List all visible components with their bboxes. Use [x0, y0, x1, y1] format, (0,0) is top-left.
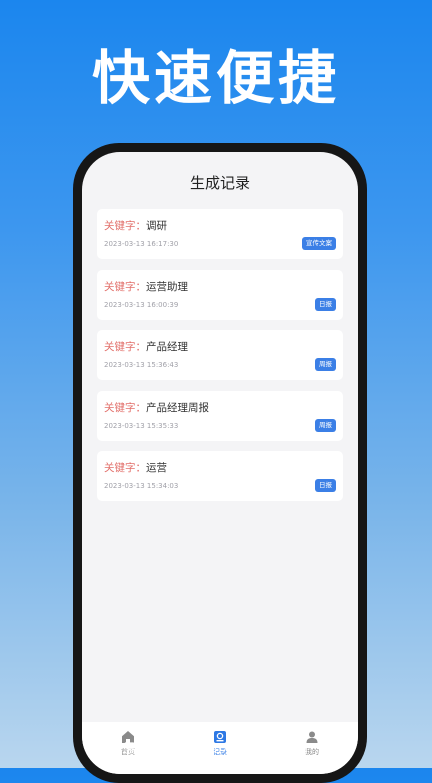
keyword-value: 产品经理周报: [146, 401, 209, 414]
record-card[interactable]: 关键字：调研 2023-03-13 16:17:30 宣传文案: [97, 209, 343, 259]
record-type-badge: 日报: [315, 479, 336, 492]
record-keyword: 关键字：运营助理: [104, 279, 188, 294]
keyword-label: 关键字：: [104, 280, 146, 293]
record-time: 2023-03-13 16:00:39: [104, 300, 179, 309]
promo-headline: 快速便捷: [91, 44, 340, 112]
keyword-value: 调研: [146, 220, 167, 232]
record-keyword: 关键字：产品经理: [104, 339, 188, 354]
record-type-badge: 日报: [315, 297, 336, 311]
keyword-value: 运营: [146, 462, 167, 474]
phone-frame: 生成记录 关键字：调研 2023-03-13 16:17:30 宣传文案 关键字…: [73, 143, 367, 783]
record-card[interactable]: 关键字：产品经理 2023-03-13 15:36:43 周报: [97, 330, 343, 380]
record-type-badge: 周报: [315, 418, 336, 432]
record-time: 2023-03-13 16:17:30: [104, 240, 179, 248]
record-card[interactable]: 关键字：产品经理周报 2023-03-13 15:35:33 周报: [97, 390, 343, 441]
record-keyword: 关键字：运营: [104, 460, 167, 475]
watermark-text: 晨曦乐下载 • CXLEDU.COM: [122, 742, 310, 757]
keyword-label: 关键字：: [104, 462, 146, 474]
keyword-label: 关键字：: [104, 401, 146, 414]
record-time: 2023-03-13 15:36:43: [104, 361, 179, 369]
page-title: 生成记录: [189, 174, 250, 192]
record-list: 关键字：调研 2023-03-13 16:17:30 宣传文案 关键字：运营助理…: [97, 209, 343, 512]
keyword-label: 关键字：: [104, 341, 146, 353]
app-screen: 生成记录 关键字：调研 2023-03-13 16:17:30 宣传文案 关键字…: [82, 152, 358, 774]
record-card[interactable]: 关键字：运营助理 2023-03-13 16:00:39 日报: [97, 269, 343, 320]
record-keyword: 关键字：调研: [104, 218, 167, 233]
record-time: 2023-03-13 15:34:03: [104, 482, 179, 490]
record-keyword: 关键字：产品经理周报: [104, 400, 209, 415]
keyword-value: 产品经理: [146, 341, 188, 353]
keyword-label: 关键字：: [104, 220, 146, 232]
record-card[interactable]: 关键字：运营 2023-03-13 15:34:03 日报: [97, 451, 343, 501]
record-type-badge: 周报: [315, 358, 336, 371]
record-type-badge: 宣传文案: [302, 237, 336, 250]
record-time: 2023-03-13 15:35:33: [104, 421, 179, 430]
keyword-value: 运营助理: [146, 280, 188, 293]
